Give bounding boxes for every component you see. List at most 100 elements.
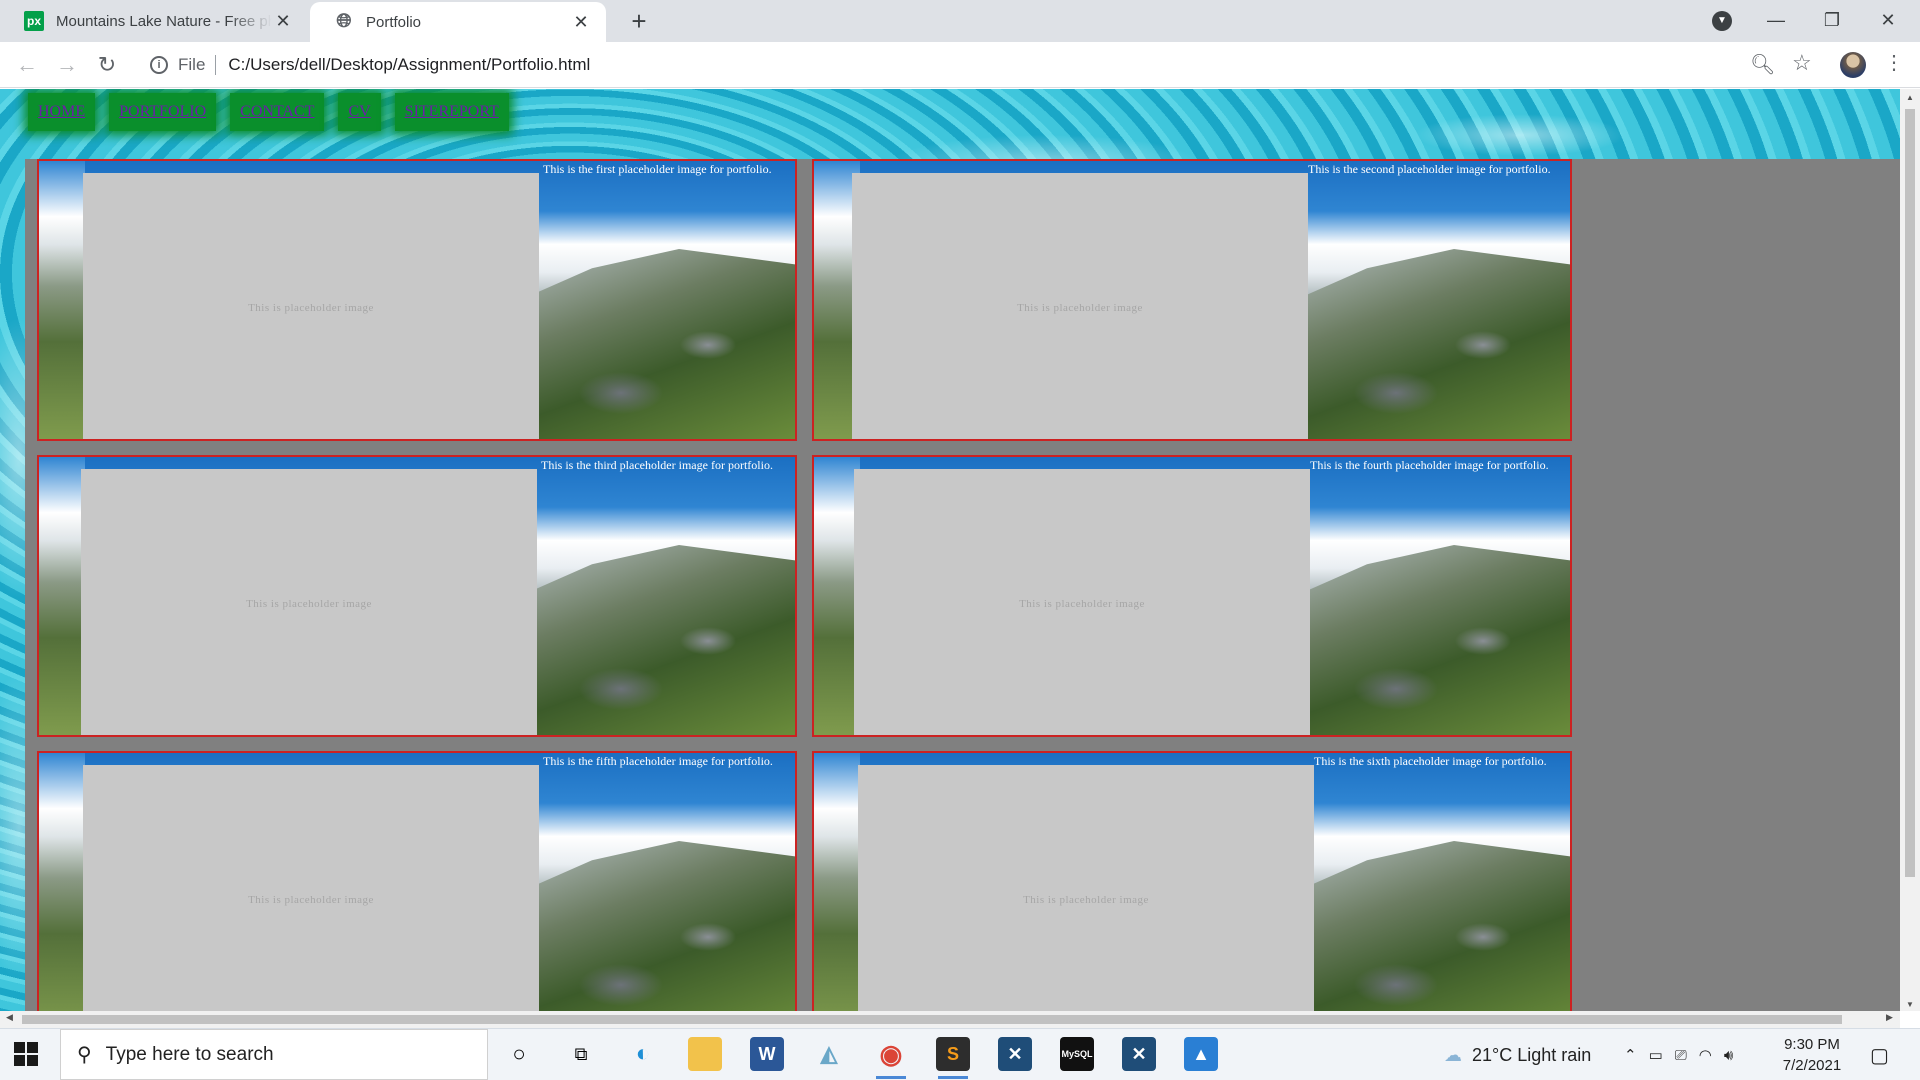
close-icon[interactable]: ✕ — [570, 12, 592, 33]
portfolio-card: This is placeholder image This is the se… — [812, 159, 1572, 441]
word-icon[interactable]: W — [750, 1037, 784, 1071]
horizontal-scrollbar[interactable]: ◀ ▶ — [0, 1011, 1900, 1028]
scroll-left-icon[interactable]: ◀ — [6, 1012, 13, 1023]
card-caption: This is the fifth placeholder image for … — [543, 754, 773, 768]
tab-mountains-lake[interactable]: px Mountains Lake Nature - Free photo ✕ — [0, 0, 308, 42]
app-icon[interactable]: ◭ — [812, 1037, 846, 1071]
browser-tab-strip: px Mountains Lake Nature - Free photo ✕ … — [0, 0, 1920, 42]
card-caption: This is the fourth placeholder image for… — [1310, 458, 1549, 472]
close-icon[interactable]: ✕ — [272, 11, 294, 32]
bookmark-star-icon[interactable]: ☆ — [1792, 50, 1812, 76]
close-window-button[interactable]: ✕ — [1860, 0, 1916, 42]
chevron-up-icon[interactable]: ⌃ — [1624, 1046, 1637, 1064]
system-tray: ⌃ ▭ ⎚ ◠ 🔊︎ — [1624, 1029, 1733, 1080]
placeholder-image: This is placeholder image — [83, 765, 539, 1011]
tab-title: Mountains Lake Nature - Free photo — [56, 12, 272, 30]
scroll-up-icon[interactable]: ▲ — [1900, 93, 1920, 102]
scrollbar-thumb[interactable] — [22, 1015, 1842, 1024]
placeholder-image: This is placeholder image — [81, 469, 537, 735]
clock-date: 7/2/2021 — [1782, 1057, 1842, 1074]
scrollbar-thumb[interactable] — [1905, 109, 1915, 877]
url-text[interactable]: C:/Users/dell/Desktop/Assignment/Portfol… — [228, 55, 590, 75]
nav-sitereport[interactable]: SITEREPORT — [394, 93, 509, 131]
weather-icon: ☁ — [1444, 1044, 1462, 1065]
nav-cv[interactable]: CV — [338, 93, 381, 131]
back-icon[interactable]: ← — [12, 50, 42, 80]
wifi-icon[interactable]: ◠ — [1699, 1046, 1712, 1064]
globe-icon: 🌐︎ — [336, 11, 352, 32]
scroll-down-icon[interactable]: ▼ — [1900, 1000, 1920, 1009]
tab-search-icon[interactable]: ▼ — [1712, 11, 1732, 31]
tab-title: Portfolio — [366, 13, 422, 31]
scheme-label: File — [178, 55, 206, 74]
portfolio-card: This is placeholder image This is the si… — [812, 751, 1572, 1011]
taskbar-search[interactable]: ⚲ Type here to search — [60, 1029, 488, 1080]
mountain-photo — [505, 545, 795, 735]
restore-button[interactable]: ❐ — [1804, 0, 1860, 42]
px-icon: px — [24, 11, 44, 31]
meet-now-icon[interactable]: ⎚ — [1675, 1047, 1687, 1064]
kebab-menu-icon[interactable]: ⋮ — [1884, 50, 1904, 75]
weather-text: 21°C Light rain — [1472, 1044, 1592, 1065]
card-caption: This is the first placeholder image for … — [543, 162, 772, 176]
mountain-photo — [39, 161, 85, 439]
vertical-scrollbar[interactable]: ▲ ▼ — [1900, 89, 1920, 1011]
new-tab-button[interactable]: + — [622, 4, 656, 38]
portfolio-card: This is placeholder image This is the fi… — [37, 159, 797, 441]
mysql-shell-icon[interactable]: MySQL — [1060, 1037, 1094, 1071]
scroll-right-icon[interactable]: ▶ — [1886, 1012, 1893, 1023]
mountain-photo — [505, 841, 795, 1011]
sublime-text-icon[interactable]: S — [936, 1037, 970, 1079]
workbench-icon[interactable]: ✕ — [1122, 1037, 1156, 1071]
profile-avatar[interactable] — [1840, 52, 1866, 78]
weather-widget[interactable]: ☁ 21°C Light rain — [1444, 1029, 1591, 1080]
tab-portfolio[interactable]: 🌐︎ Portfolio ✕ — [310, 2, 606, 42]
windows-taskbar: ⚲ Type here to search ○ ⧉ ◐ W ◭ ◉ S ✕ My… — [0, 1028, 1920, 1080]
reload-icon[interactable]: ↻ — [92, 50, 122, 80]
battery-icon[interactable]: ▭ — [1649, 1046, 1663, 1064]
portfolio-card: This is placeholder image This is the fi… — [37, 751, 797, 1011]
portfolio-card: This is placeholder image This is the th… — [37, 455, 797, 737]
card-caption: This is the third placeholder image for … — [541, 458, 773, 472]
clock[interactable]: 9:30 PM 7/2/2021 — [1770, 1034, 1854, 1076]
portfolio-card: This is placeholder image This is the fo… — [812, 455, 1572, 737]
clock-time: 9:30 PM — [1784, 1036, 1840, 1053]
mountain-photo — [505, 249, 795, 439]
file-explorer-icon[interactable] — [688, 1037, 722, 1071]
nav-portfolio[interactable]: PORTFOLIO — [109, 93, 217, 131]
mysql-workbench-icon[interactable]: ✕ — [998, 1037, 1032, 1071]
card-caption: This is the sixth placeholder image for … — [1314, 754, 1547, 768]
mountain-photo — [39, 753, 85, 1011]
placeholder-image: This is placeholder image — [854, 469, 1310, 735]
zoom-icon[interactable]: 🔍︎ — [1750, 52, 1775, 77]
placeholder-image: This is placeholder image — [852, 173, 1308, 439]
info-icon[interactable]: i — [150, 56, 168, 74]
photos-icon[interactable]: ▲ — [1184, 1037, 1218, 1071]
cortana-icon[interactable]: ○ — [502, 1037, 536, 1071]
nav-contact[interactable]: CONTACT — [230, 93, 325, 131]
page-viewport: HOME PORTFOLIO CONTACT CV SITEREPORT Thi… — [0, 89, 1900, 1011]
minimize-button[interactable]: — — [1748, 0, 1804, 42]
edge-icon[interactable]: ◐ — [626, 1037, 660, 1071]
search-placeholder: Type here to search — [105, 1043, 274, 1065]
windows-start-icon[interactable] — [14, 1042, 38, 1066]
forward-icon[interactable]: → — [52, 50, 82, 80]
mountain-photo — [814, 753, 860, 1011]
volume-icon[interactable]: 🔊︎ — [1724, 1047, 1733, 1064]
nav-home[interactable]: HOME — [28, 93, 96, 131]
chrome-icon[interactable]: ◉ — [874, 1037, 908, 1079]
mountain-photo — [1280, 545, 1570, 735]
placeholder-image: This is placeholder image — [83, 173, 539, 439]
search-icon: ⚲ — [77, 1044, 92, 1066]
mountain-photo — [1280, 841, 1570, 1011]
site-nav: HOME PORTFOLIO CONTACT CV SITEREPORT — [28, 93, 523, 139]
portfolio-grid: This is placeholder image This is the fi… — [25, 159, 1900, 1011]
notifications-icon[interactable]: ▢ — [1870, 1029, 1889, 1080]
placeholder-image: This is placeholder image — [858, 765, 1314, 1011]
card-caption: This is the second placeholder image for… — [1308, 162, 1551, 176]
task-view-icon[interactable]: ⧉ — [564, 1037, 598, 1071]
address-bar[interactable]: i File C:/Users/dell/Desktop/Assignment/… — [140, 48, 1796, 82]
browser-toolbar: ← → ↻ i File C:/Users/dell/Desktop/Assig… — [0, 42, 1920, 88]
divider — [215, 55, 217, 75]
mountain-photo — [1280, 249, 1570, 439]
